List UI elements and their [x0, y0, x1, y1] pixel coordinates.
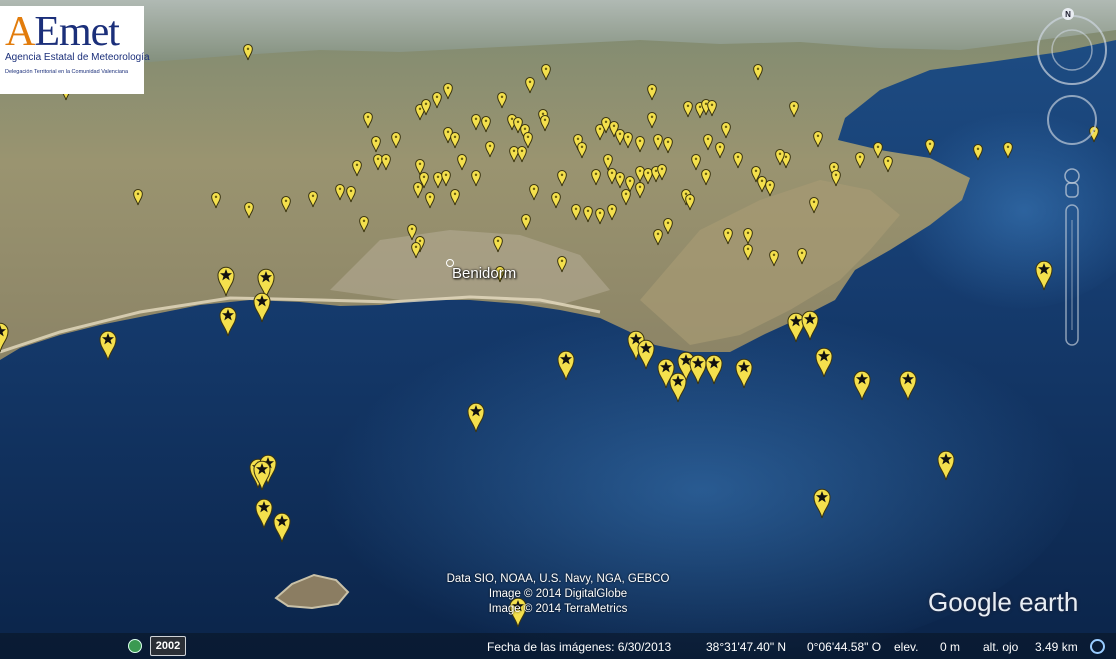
aemet-logo-subtitle: Delegación Territorial en la Comunidad V… [5, 69, 129, 75]
aemet-logo-mark: AEmet [5, 9, 120, 55]
status-bar: 2002 Fecha de las imágenes: 6/30/2013 38… [0, 633, 1116, 659]
credit-line: Image © 2014 DigitalGlobe [488, 588, 628, 600]
historical-imagery-clock-icon[interactable] [128, 639, 142, 653]
place-label[interactable]: Benidorm [452, 265, 516, 282]
elevation-value: 0 m [940, 640, 961, 654]
imagery-year-badge[interactable]: 2002 [150, 636, 186, 656]
eye-altitude-label: alt. ojo [983, 640, 1019, 654]
satellite-map[interactable]: N [0, 0, 1116, 659]
aemet-logo: AEmet Agencia Estatal de Meteorología De… [0, 6, 150, 94]
earth-logo-text: earth [1011, 587, 1079, 617]
eye-altitude-value: 3.49 km [1035, 640, 1078, 654]
google-logo-text: Google [928, 587, 1012, 617]
latitude-readout: 38°31'47.40" N [706, 640, 787, 654]
longitude-readout: 0°06'44.58" O [807, 640, 882, 654]
streaming-status-icon [1090, 639, 1105, 654]
credit-line: Image © 2014 TerraMetrics [488, 603, 628, 615]
aemet-logo-name: Agencia Estatal de Meteorología [5, 52, 150, 63]
compass-letter: N [1065, 10, 1071, 19]
elevation-label: elev. [894, 640, 919, 654]
google-earth-logo: Google earth [928, 582, 1078, 619]
imagery-date: Fecha de las imágenes: 6/30/2013 [487, 640, 672, 654]
credit-line: Data SIO, NOAA, U.S. Navy, NGA, GEBCO [446, 573, 670, 585]
imagery-credits: Data SIO, NOAA, U.S. Navy, NGA, GEBCO Im… [400, 572, 716, 617]
